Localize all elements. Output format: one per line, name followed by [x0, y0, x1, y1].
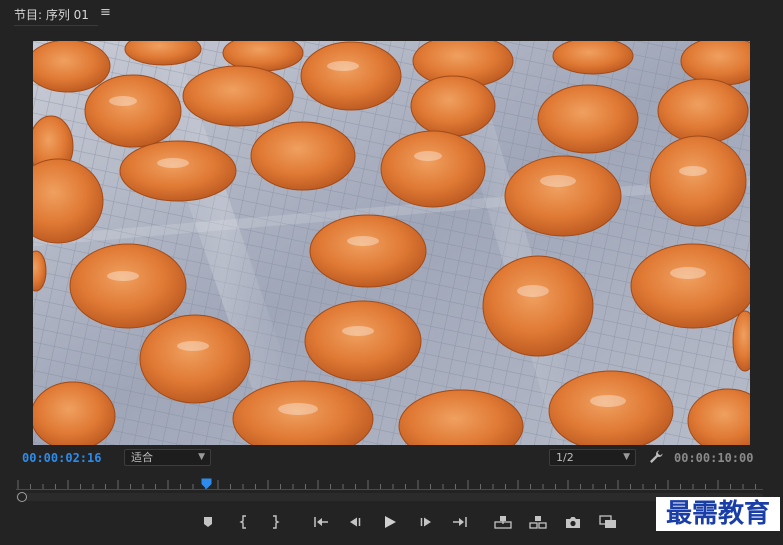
panel-menu-icon[interactable]: ≡ — [100, 5, 111, 20]
video-frame — [33, 41, 750, 445]
step-back-icon[interactable] — [345, 512, 365, 532]
wrench-icon[interactable] — [648, 449, 664, 465]
mark-out-icon[interactable] — [265, 512, 285, 532]
extract-icon[interactable] — [528, 512, 548, 532]
lift-icon[interactable] — [493, 512, 513, 532]
camera-icon[interactable] — [563, 512, 583, 532]
playback-resolution-select[interactable]: 1/2 ▼ — [549, 449, 636, 466]
panel-header: 节目: 序列 01 ≡ — [0, 0, 783, 28]
time-ruler[interactable] — [16, 478, 763, 490]
panel-title[interactable]: 节目: 序列 01 — [14, 6, 89, 23]
playhead[interactable] — [201, 478, 212, 490]
current-timecode[interactable]: 00:00:02:16 — [22, 451, 101, 465]
zoom-scrollbar-handle[interactable] — [17, 492, 27, 502]
mark-in-icon[interactable] — [234, 512, 254, 532]
go-to-in-icon[interactable] — [311, 512, 331, 532]
duration-timecode: 00:00:10:00 — [674, 451, 754, 465]
chevron-down-icon: ▼ — [198, 452, 205, 462]
zoom-level-select[interactable]: 适合 ▼ — [124, 449, 211, 466]
watermark-logo: 最需教育 — [656, 497, 780, 531]
program-monitor-viewer[interactable] — [33, 41, 750, 445]
compare-view-icon[interactable] — [598, 512, 618, 532]
zoom-scrollbar[interactable] — [16, 493, 763, 501]
zoom-level-value: 适合 — [131, 451, 153, 464]
chevron-down-icon: ▼ — [623, 452, 630, 462]
go-to-out-icon[interactable] — [450, 512, 470, 532]
active-tab-underline — [14, 25, 98, 26]
playback-resolution-value: 1/2 — [556, 451, 574, 464]
step-forward-icon[interactable] — [416, 512, 436, 532]
marker-icon[interactable] — [198, 512, 218, 532]
play-icon[interactable] — [380, 512, 400, 532]
